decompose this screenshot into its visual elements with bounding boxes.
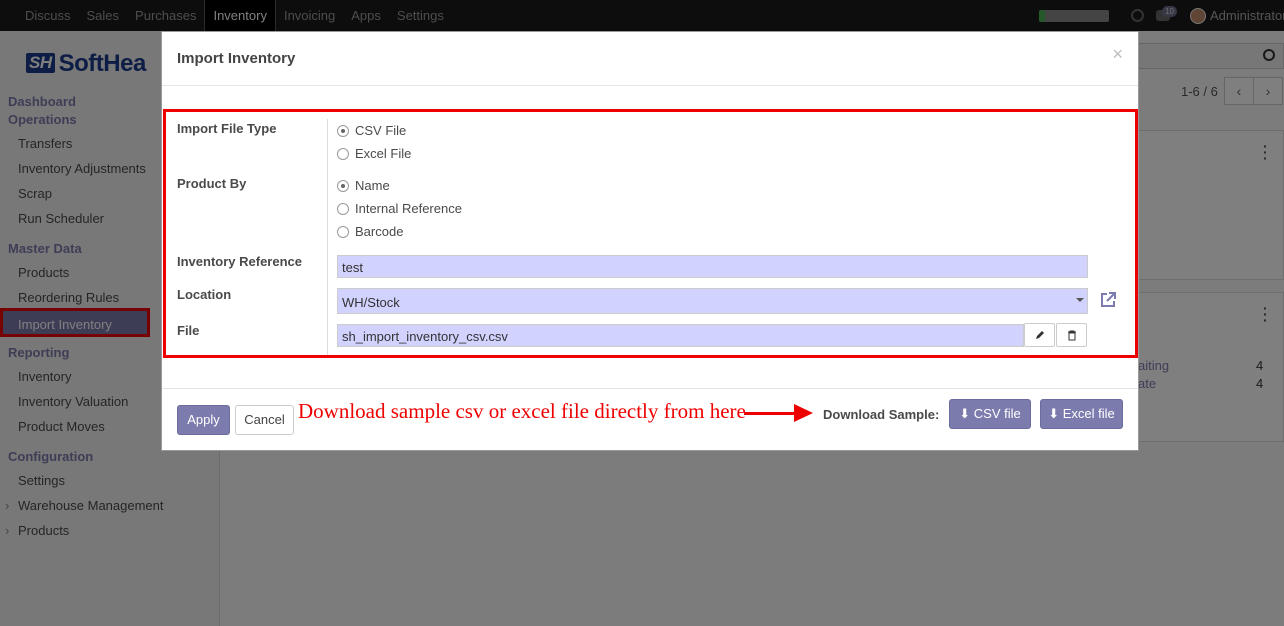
download-icon: ⬇ <box>959 406 974 421</box>
cancel-button[interactable]: Cancel <box>235 405 294 435</box>
delete-file-button[interactable] <box>1056 323 1087 347</box>
import-file-type-label: Import File Type <box>177 121 277 136</box>
file-label: File <box>177 323 200 338</box>
location-label: Location <box>177 287 232 302</box>
divider <box>327 119 328 355</box>
highlight-box <box>163 109 1138 358</box>
radio-unchecked-icon[interactable] <box>337 225 349 238</box>
external-link-icon[interactable] <box>1099 291 1117 309</box>
import-inventory-dialog: Import Inventory × Import File Type CSV … <box>161 31 1139 451</box>
file-input[interactable]: sh_import_inventory_csv.csv <box>337 324 1024 347</box>
download-sample-label: Download Sample: <box>823 407 940 422</box>
trash-icon <box>1067 330 1076 340</box>
radio-excel-file[interactable]: Excel File <box>337 146 411 161</box>
download-csv-button[interactable]: ⬇ CSV file <box>949 399 1031 429</box>
edit-file-button[interactable] <box>1024 323 1055 347</box>
close-icon[interactable]: × <box>1112 44 1123 65</box>
annotation-arrow <box>744 412 796 415</box>
divider <box>162 85 1138 86</box>
download-excel-button[interactable]: ⬇ Excel file <box>1040 399 1123 429</box>
radio-barcode[interactable]: Barcode <box>337 224 403 239</box>
annotation-text: Download sample csv or excel file direct… <box>298 399 746 423</box>
apply-button[interactable]: Apply <box>177 405 230 435</box>
dialog-title: Import Inventory <box>177 50 296 67</box>
radio-unchecked-icon[interactable] <box>337 202 349 215</box>
inventory-reference-label: Inventory Reference <box>177 254 302 269</box>
radio-checked-icon[interactable] <box>337 179 349 192</box>
radio-checked-icon[interactable] <box>337 124 349 137</box>
download-icon: ⬇ <box>1048 406 1063 421</box>
pencil-icon <box>1035 331 1044 339</box>
radio-name[interactable]: Name <box>337 178 390 193</box>
radio-unchecked-icon[interactable] <box>337 147 349 160</box>
location-select[interactable]: WH/Stock <box>337 288 1088 314</box>
product-by-label: Product By <box>177 176 247 191</box>
chevron-down-icon[interactable] <box>1076 298 1084 302</box>
radio-internal-reference[interactable]: Internal Reference <box>337 201 462 216</box>
divider <box>162 388 1138 389</box>
arrow-right-icon <box>794 404 813 422</box>
inventory-reference-input[interactable]: test <box>337 255 1088 278</box>
radio-csv-file[interactable]: CSV File <box>337 123 406 138</box>
